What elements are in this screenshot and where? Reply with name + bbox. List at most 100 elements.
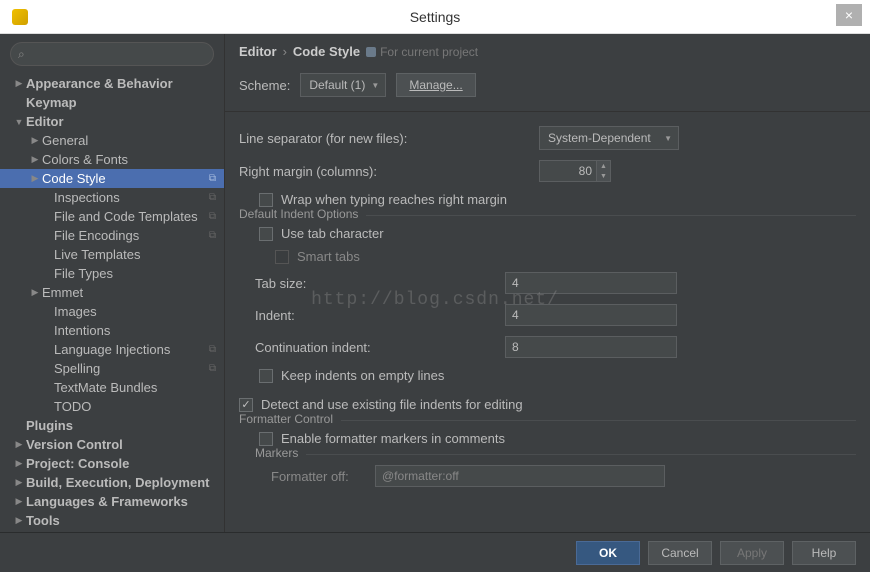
tree-arrow-icon <box>30 173 40 184</box>
tree-item-project-console[interactable]: Project: Console <box>0 454 224 473</box>
tree-item-label: Images <box>54 304 97 319</box>
project-badge-icon: ⧉ <box>209 211 216 222</box>
tree-item-label: Tools <box>26 513 60 528</box>
checkbox-icon <box>259 432 273 446</box>
tree-item-build-execution-deployment[interactable]: Build, Execution, Deployment <box>0 473 224 492</box>
breadcrumb-parent: Editor <box>239 44 277 59</box>
tree-item-file-and-code-templates[interactable]: File and Code Templates ⧉ <box>0 207 224 226</box>
tree-item-tools[interactable]: Tools <box>0 511 224 530</box>
breadcrumb: Editor › Code Style For current project <box>225 34 870 67</box>
formatter-control-legend: Formatter Control <box>239 412 341 426</box>
tree-item-textmate-bundles[interactable]: TextMate Bundles <box>0 378 224 397</box>
tree-item-label: General <box>42 133 88 148</box>
tree-item-spelling[interactable]: Spelling ⧉ <box>0 359 224 378</box>
help-button[interactable]: Help <box>792 541 856 565</box>
tree-arrow-icon <box>14 78 24 89</box>
tree-arrow-icon <box>30 154 40 165</box>
tree-item-languages-frameworks[interactable]: Languages & Frameworks <box>0 492 224 511</box>
tree-item-label: Colors & Fonts <box>42 152 128 167</box>
continuation-indent-label: Continuation indent: <box>239 340 505 355</box>
window-title: Settings <box>410 9 461 25</box>
close-button[interactable]: × <box>836 4 862 26</box>
scheme-dropdown[interactable]: Default (1) <box>300 73 386 97</box>
formatter-off-input <box>375 465 665 487</box>
wrap-typing-checkbox[interactable]: Wrap when typing reaches right margin <box>239 192 856 207</box>
continuation-indent-input[interactable] <box>505 336 677 358</box>
tree-item-label: Spelling <box>54 361 100 376</box>
tree-item-live-templates[interactable]: Live Templates <box>0 245 224 264</box>
tree-item-label: Editor <box>26 114 64 129</box>
tree-item-label: File Types <box>54 266 113 281</box>
project-badge-icon: ⧉ <box>209 230 216 241</box>
tree-arrow-icon <box>14 458 24 469</box>
tree-item-colors-fonts[interactable]: Colors & Fonts <box>0 150 224 169</box>
line-separator-dropdown[interactable]: System-Dependent <box>539 126 679 150</box>
tree-item-label: Intentions <box>54 323 110 338</box>
use-tab-checkbox[interactable]: Use tab character <box>239 226 856 241</box>
scheme-label: Scheme: <box>239 78 290 93</box>
line-separator-label: Line separator (for new files): <box>239 131 539 146</box>
tree-item-label: Keymap <box>26 95 77 110</box>
tree-item-code-style[interactable]: Code Style⧉ <box>0 169 224 188</box>
tree-item-label: Project: Console <box>26 456 129 471</box>
app-icon <box>12 9 28 25</box>
formatter-off-label: Formatter off: <box>255 469 375 484</box>
checkbox-icon <box>275 250 289 264</box>
tree-item-version-control[interactable]: Version Control <box>0 435 224 454</box>
tab-size-input[interactable] <box>505 272 677 294</box>
tree-item-emmet[interactable]: Emmet <box>0 283 224 302</box>
tree-item-appearance-behavior[interactable]: Appearance & Behavior <box>0 74 224 93</box>
settings-tree[interactable]: Appearance & Behavior Keymap Editor General… <box>0 74 224 532</box>
keep-indents-checkbox[interactable]: Keep indents on empty lines <box>239 368 856 383</box>
smart-tabs-checkbox[interactable]: Smart tabs <box>239 249 856 264</box>
project-badge-icon: ⧉ <box>209 363 216 374</box>
tree-arrow-icon <box>14 496 24 507</box>
checkbox-icon <box>259 193 273 207</box>
tree-item-inspections[interactable]: Inspections⧉ <box>0 188 224 207</box>
markers-legend: Markers <box>255 446 306 460</box>
default-indent-legend: Default Indent Options <box>239 207 366 221</box>
indent-input[interactable] <box>505 304 677 326</box>
detect-indents-checkbox[interactable]: Detect and use existing file indents for… <box>239 397 856 412</box>
tree-item-label: File and Code Templates <box>54 209 198 224</box>
tree-item-general[interactable]: General <box>0 131 224 150</box>
right-margin-spinner[interactable]: ▲▼ <box>596 161 610 181</box>
content-pane: Editor › Code Style For current project … <box>224 34 870 532</box>
tree-item-label: Live Templates <box>54 247 140 262</box>
tree-arrow-icon <box>30 135 40 146</box>
dialog-footer: OK Cancel Apply Help <box>0 532 870 572</box>
tree-item-plugins[interactable]: Plugins <box>0 416 224 435</box>
enable-formatter-markers-checkbox[interactable]: Enable formatter markers in comments <box>239 431 856 446</box>
project-badge-icon: ⧉ <box>209 192 216 203</box>
tree-item-images[interactable]: Images <box>0 302 224 321</box>
tree-arrow-icon <box>30 287 40 298</box>
tree-item-todo[interactable]: TODO <box>0 397 224 416</box>
tree-item-label: TextMate Bundles <box>54 380 157 395</box>
tree-item-file-types[interactable]: File Types <box>0 264 224 283</box>
tree-item-intentions[interactable]: Intentions <box>0 321 224 340</box>
tree-item-label: Appearance & Behavior <box>26 76 173 91</box>
checkbox-icon <box>239 398 253 412</box>
tree-item-label: Code Style <box>42 171 106 186</box>
tree-item-keymap[interactable]: Keymap <box>0 93 224 112</box>
checkbox-icon <box>259 369 273 383</box>
indent-label: Indent: <box>239 308 505 323</box>
cancel-button[interactable]: Cancel <box>648 541 712 565</box>
ok-button[interactable]: OK <box>576 541 640 565</box>
search-input[interactable] <box>10 42 214 66</box>
project-badge-icon: ⧉ <box>209 344 216 355</box>
tree-item-file-encodings[interactable]: File Encodings ⧉ <box>0 226 224 245</box>
tree-item-label: File Encodings <box>54 228 139 243</box>
checkbox-icon <box>259 227 273 241</box>
title-bar: Settings × <box>0 0 870 34</box>
tree-item-editor[interactable]: Editor <box>0 112 224 131</box>
breadcrumb-note: For current project <box>380 45 478 59</box>
breadcrumb-current: Code Style <box>293 44 360 59</box>
apply-button[interactable]: Apply <box>720 541 784 565</box>
project-scope-icon <box>366 47 376 57</box>
manage-button[interactable]: Manage... <box>396 73 475 97</box>
tree-item-label: Emmet <box>42 285 83 300</box>
tree-item-label: Languages & Frameworks <box>26 494 188 509</box>
tree-arrow-icon <box>14 477 24 488</box>
tree-item-language-injections[interactable]: Language Injections⧉ <box>0 340 224 359</box>
